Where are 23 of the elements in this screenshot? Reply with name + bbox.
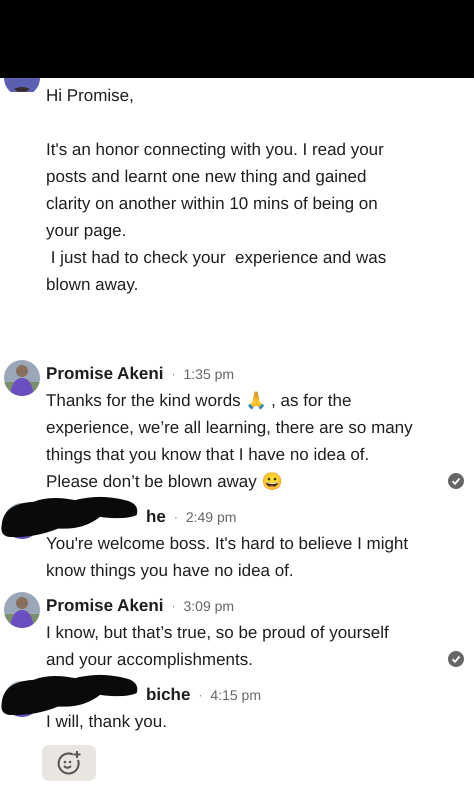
emoji-add-icon — [56, 750, 82, 776]
add-reaction-button[interactable] — [42, 745, 96, 781]
message-text: I will, thank you. — [46, 711, 167, 733]
separator-dot: · — [174, 510, 178, 524]
message-text: It's an honor connecting with you. I read your posts and learnt one new thing and gained clarity on another within 10 mins of being on your page. I just had to check your experience and was blown away. — [46, 139, 388, 296]
avatar — [4, 78, 40, 92]
separator-dot: · — [171, 598, 176, 612]
avatar — [4, 360, 40, 396]
separator-dot: · — [171, 366, 176, 380]
timestamp: 3:09 pm — [183, 598, 234, 614]
timestamp: 2:49 pm — [186, 508, 236, 524]
avatar — [4, 592, 40, 628]
message-text: Thanks for the kind words 🙏 , as for the experience, we’re all learning, there are so many things that you know that I have no idea of. Please don’t be blown away 😀 — [46, 390, 413, 493]
message-text: Hi Promise, — [46, 85, 135, 107]
sender-name: biche — [145, 684, 190, 704]
sender-name: he — [145, 506, 166, 526]
timestamp: 1:35 pm — [183, 366, 234, 382]
message-text: I know, but that’s true, so be proud of yourself and your accomplishments. — [46, 622, 389, 671]
sender-name: Promise Akeni — [46, 596, 164, 616]
sender-name: Promise Akeni — [46, 364, 164, 384]
separator-dot: · — [198, 688, 202, 702]
message-text: You're welcome boss. It's hard to believe I might know things you have no idea of. — [46, 533, 408, 582]
timestamp: 4:15 pm — [210, 686, 261, 702]
